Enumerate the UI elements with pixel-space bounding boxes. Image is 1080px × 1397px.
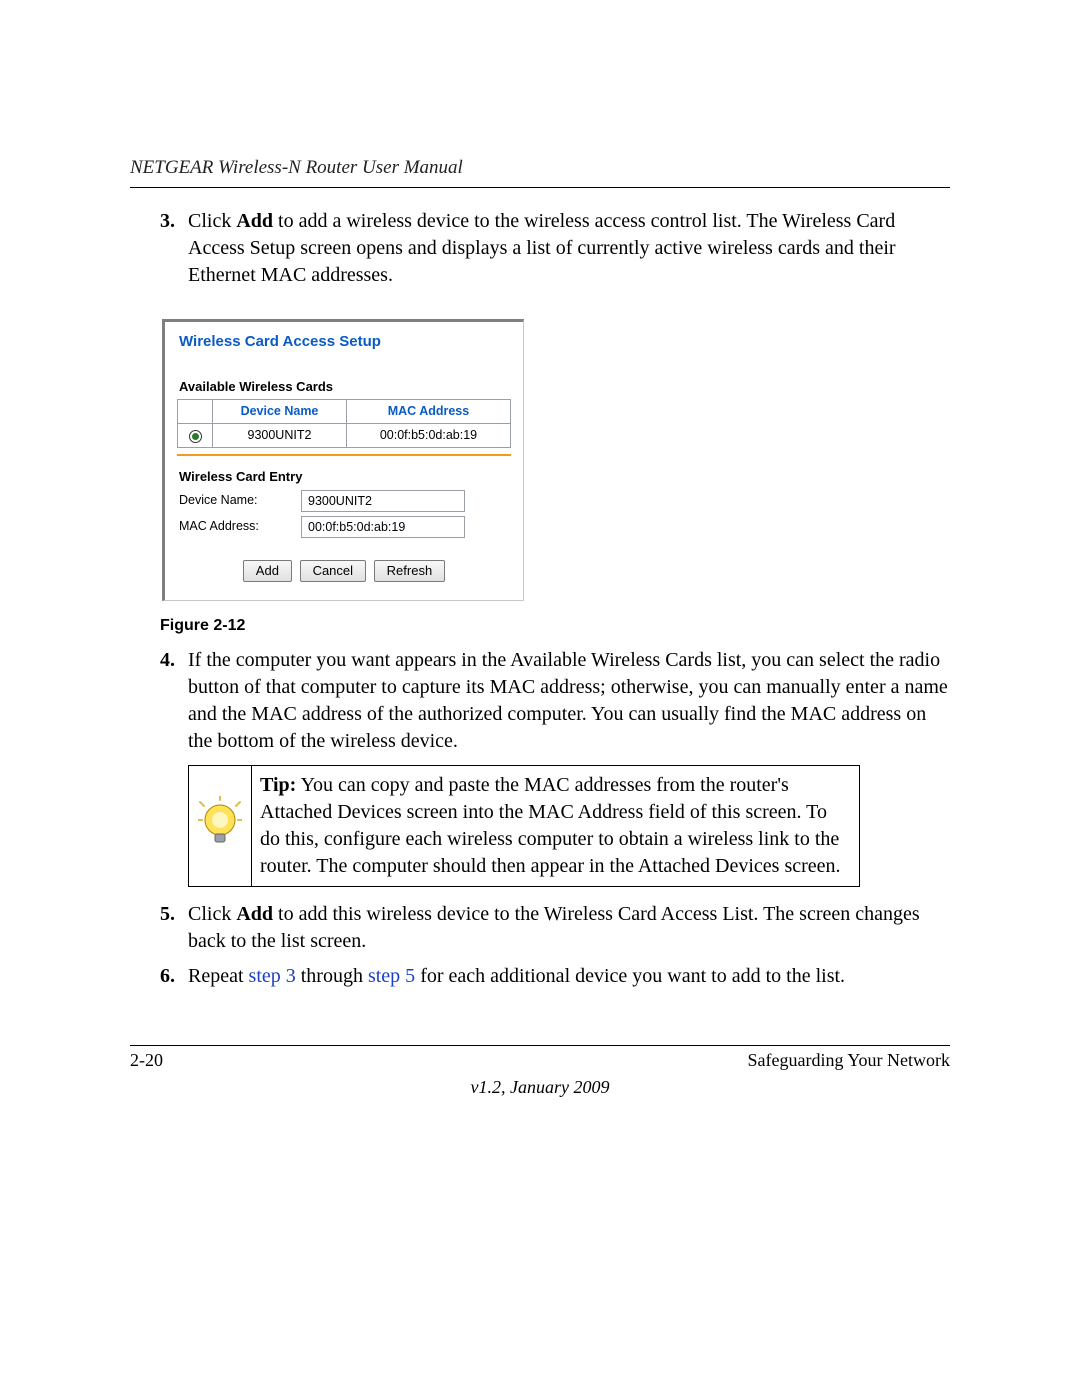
step-text: If the computer you want appears in the … xyxy=(188,649,948,752)
text: Repeat xyxy=(188,965,249,987)
tip-text: You can copy and paste the MAC addresses… xyxy=(260,774,841,877)
add-keyword: Add xyxy=(236,210,273,232)
doc-version: v1.2, January 2009 xyxy=(130,1075,950,1099)
refresh-button[interactable]: Refresh xyxy=(374,560,446,583)
running-header: NETGEAR Wireless-N Router User Manual xyxy=(130,155,950,181)
cancel-button[interactable]: Cancel xyxy=(300,560,366,583)
row-radio[interactable] xyxy=(189,430,202,443)
add-keyword: Add xyxy=(236,903,273,925)
radio-header xyxy=(178,400,213,424)
tip-label: Tip: xyxy=(260,774,296,796)
cell-device-name: 9300UNIT2 xyxy=(213,424,347,448)
figure-screenshot: Wireless Card Access Setup Available Wir… xyxy=(162,319,524,602)
step-text: Repeat step 3 through step 5 for each ad… xyxy=(188,965,845,987)
link-step-3[interactable]: step 3 xyxy=(249,965,296,987)
text: Click xyxy=(188,210,236,232)
available-cards-heading: Available Wireless Cards xyxy=(179,378,511,396)
device-name-label: Device Name: xyxy=(179,492,291,509)
col-mac-address: MAC Address xyxy=(346,400,510,424)
lightbulb-icon xyxy=(189,766,252,886)
table-row[interactable]: 9300UNIT2 00:0f:b5:0d:ab:19 xyxy=(178,424,511,448)
text: for each additional device you want to a… xyxy=(415,965,845,987)
text: Click xyxy=(188,903,236,925)
step-3: 3. Click Add to add a wireless device to… xyxy=(160,208,950,289)
text: through xyxy=(296,965,368,987)
add-button[interactable]: Add xyxy=(243,560,292,583)
step-6: 6. Repeat step 3 through step 5 for each… xyxy=(160,963,950,990)
step-text: Click Add to add this wireless device to… xyxy=(188,903,920,952)
footer-rule xyxy=(130,1045,950,1046)
mac-address-label: MAC Address: xyxy=(179,518,291,535)
device-name-input[interactable]: 9300UNIT2 xyxy=(301,490,465,512)
mac-address-input[interactable]: 00:0f:b5:0d:ab:19 xyxy=(301,516,465,538)
link-step-5[interactable]: step 5 xyxy=(368,965,415,987)
step-number: 6. xyxy=(160,963,175,990)
available-cards-table: Device Name MAC Address 9300UNIT2 00:0f:… xyxy=(177,399,511,448)
page-number: 2-20 xyxy=(130,1048,163,1072)
step-number: 3. xyxy=(160,208,175,235)
figure-caption: Figure 2-12 xyxy=(160,615,950,637)
screenshot-title: Wireless Card Access Setup xyxy=(179,332,511,352)
text: to add this wireless device to the Wirel… xyxy=(188,903,920,952)
step-number: 4. xyxy=(160,647,175,674)
step-number: 5. xyxy=(160,901,175,928)
wireless-card-entry-heading: Wireless Card Entry xyxy=(179,468,511,486)
step-5: 5. Click Add to add this wireless device… xyxy=(160,901,950,955)
text: to add a wireless device to the wireless… xyxy=(188,210,896,286)
step-text: Click Add to add a wireless device to th… xyxy=(188,210,896,286)
tip-content: Tip: You can copy and paste the MAC addr… xyxy=(252,766,859,886)
step-4: 4. If the computer you want appears in t… xyxy=(160,647,950,755)
cell-mac-address: 00:0f:b5:0d:ab:19 xyxy=(346,424,510,448)
col-device-name: Device Name xyxy=(213,400,347,424)
header-rule xyxy=(130,187,950,188)
orange-separator xyxy=(177,454,511,456)
section-title: Safeguarding Your Network xyxy=(748,1048,950,1072)
tip-box: Tip: You can copy and paste the MAC addr… xyxy=(188,765,860,887)
